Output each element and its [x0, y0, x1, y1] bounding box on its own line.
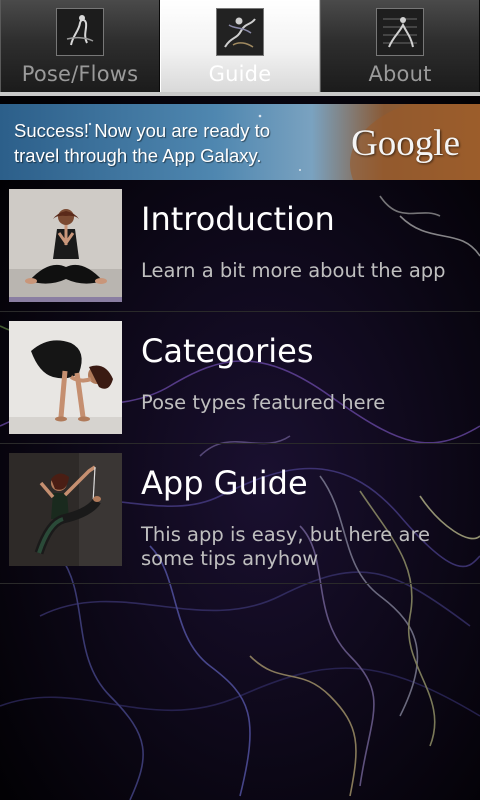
row-subtitle: This app is easy, but here are some tips…: [141, 523, 431, 570]
row-title: Categories: [141, 332, 314, 370]
about-icon: [376, 8, 424, 56]
guide-icon: [216, 8, 264, 56]
tab-guide[interactable]: Guide: [160, 0, 320, 92]
ad-banner[interactable]: Success! Now you are ready to travel thr…: [0, 104, 480, 180]
list-item-app-guide[interactable]: App Guide This app is easy, but here are…: [0, 444, 480, 584]
row-title: App Guide: [141, 464, 308, 502]
tab-divider: [0, 92, 480, 96]
dancer-pose-photo: [9, 453, 122, 566]
ad-text: Success! Now you are ready to travel thr…: [14, 120, 271, 166]
guide-screen: Pose/Flows Guide About Success! Now you …: [0, 0, 480, 800]
list-item-introduction[interactable]: Introduction Learn a bit more about the …: [0, 180, 480, 312]
row-title: Introduction: [141, 200, 335, 238]
tab-pose-flows[interactable]: Pose/Flows: [0, 0, 160, 92]
guide-list: Introduction Learn a bit more about the …: [0, 180, 480, 584]
row-subtitle: Learn a bit more about the app: [141, 259, 446, 282]
meditation-pose-photo: [9, 189, 122, 302]
tab-about[interactable]: About: [320, 0, 480, 92]
tab-label: About: [368, 62, 432, 86]
list-item-categories[interactable]: Categories Pose types featured here: [0, 312, 480, 444]
tab-label: Pose/Flows: [21, 62, 139, 86]
google-logo: Google: [351, 123, 460, 164]
row-subtitle: Pose types featured here: [141, 391, 386, 414]
pose-flows-icon: [56, 8, 104, 56]
tab-label: Guide: [208, 62, 272, 86]
tab-bar: Pose/Flows Guide About: [0, 0, 480, 96]
crow-pose-photo: [9, 321, 122, 434]
